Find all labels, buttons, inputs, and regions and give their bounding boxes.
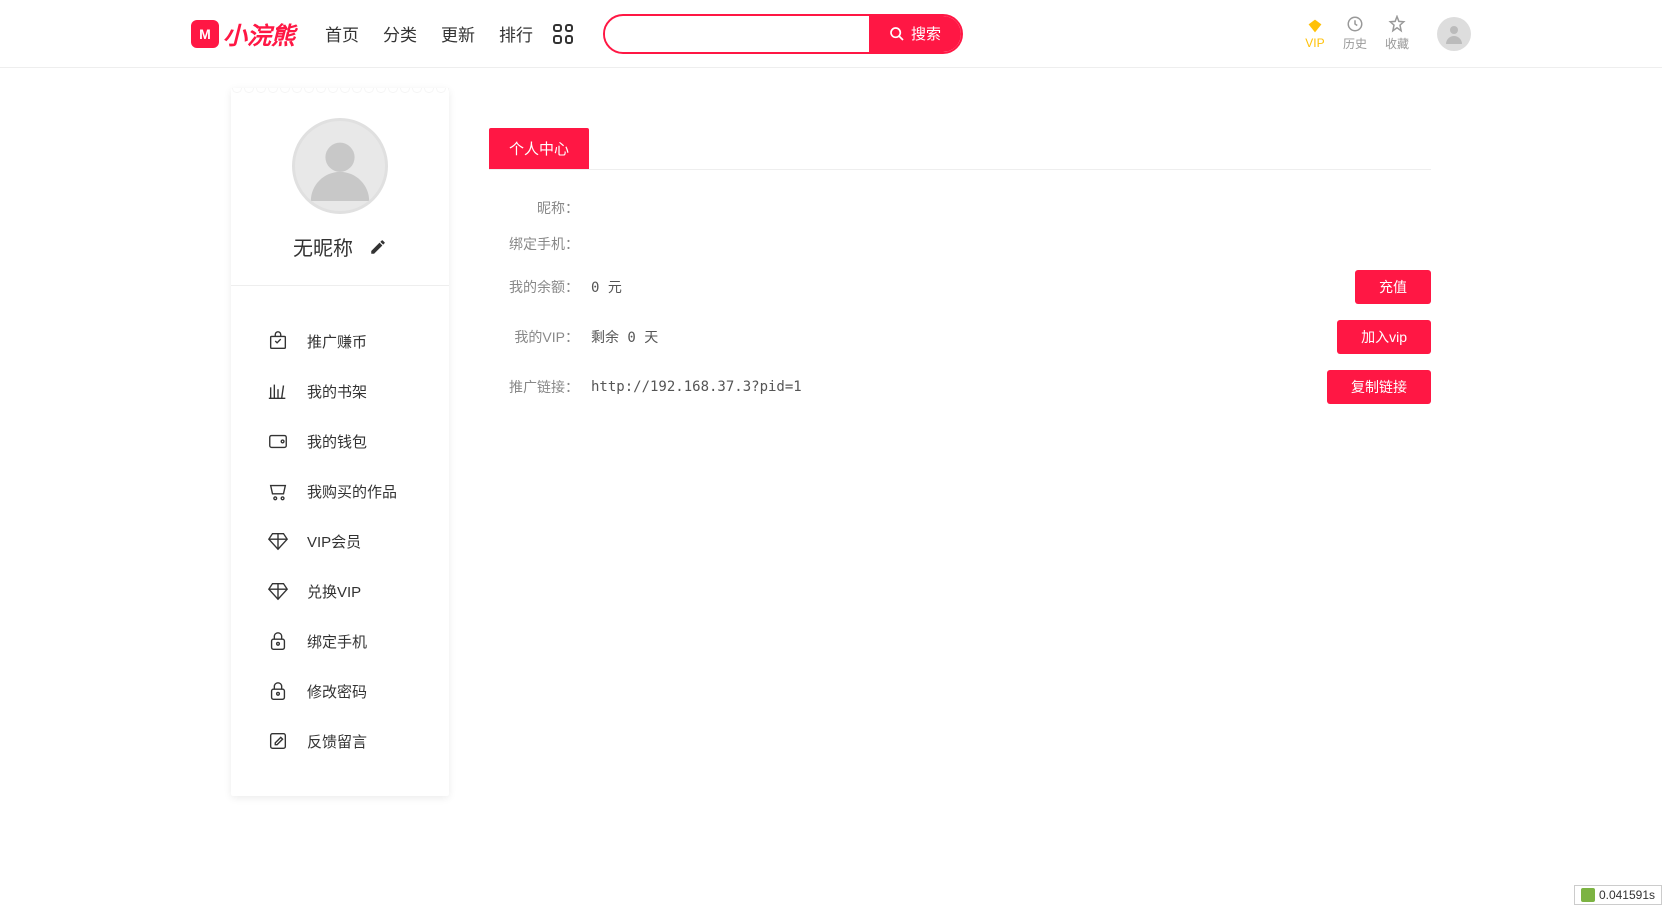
main-nav: 首页分类更新排行 <box>325 21 533 46</box>
perf-value: 0.041591s <box>1599 888 1655 902</box>
info-value: 0 元 <box>591 277 1355 297</box>
header-favorites[interactable]: 收藏 <box>1385 15 1409 52</box>
bag-icon <box>267 330 289 352</box>
sidebar-item-label: 我的书架 <box>307 381 367 402</box>
info-btn-3[interactable]: 加入vip <box>1337 320 1431 354</box>
sidebar-nickname: 无昵称 <box>293 232 353 261</box>
vip-icon <box>1305 18 1325 34</box>
info-row-0: 昵称： <box>489 190 1431 226</box>
cart-icon <box>267 480 289 502</box>
person-icon <box>1442 22 1466 46</box>
sidebar: 无昵称 推广赚币我的书架我的钱包我购买的作品 VIP会员兑换VIP 绑定手机修改密码… <box>231 88 449 796</box>
grid-icon[interactable] <box>553 24 573 44</box>
sidebar-menu: 推广赚币我的书架我的钱包我购买的作品 VIP会员兑换VIP 绑定手机修改密码反馈留言 <box>231 286 449 796</box>
sidebar-profile: 无昵称 <box>231 98 449 286</box>
diamond-icon <box>267 580 289 602</box>
info-row-3: 我的VIP： 剩余 0 天加入vip <box>489 312 1431 362</box>
sidebar-item-8[interactable]: 反馈留言 <box>231 716 449 766</box>
info-value: 剩余 0 天 <box>591 327 1337 347</box>
info-label: 昵称： <box>489 198 579 218</box>
info-row-4: 推广链接： http://192.168.37.3?pid=1复制链接 <box>489 362 1431 412</box>
lock-icon <box>267 630 289 652</box>
info-label: 推广链接： <box>489 377 579 397</box>
sidebar-item-2[interactable]: 我的钱包 <box>231 416 449 466</box>
sidebar-item-label: 修改密码 <box>307 681 367 702</box>
logo-text: 小浣熊 <box>223 16 295 51</box>
edit-nickname-icon[interactable] <box>369 238 387 256</box>
edit-icon <box>267 730 289 752</box>
wallet-icon <box>267 430 289 452</box>
tab-profile[interactable]: 个人中心 <box>489 128 589 169</box>
main-content: 个人中心 昵称： 绑定手机： 我的余额： 0 元充值我的VIP： 剩余 0 天加入vip… <box>489 88 1431 432</box>
sidebar-item-label: VIP会员 <box>307 531 361 552</box>
nav-item-2[interactable]: 更新 <box>441 21 475 46</box>
info-btn-4[interactable]: 复制链接 <box>1327 370 1431 404</box>
sidebar-item-4[interactable]: VIP会员 <box>231 516 449 566</box>
search-input[interactable] <box>605 26 869 42</box>
diamond-icon <box>267 530 289 552</box>
sidebar-item-0[interactable]: 推广赚币 <box>231 316 449 366</box>
info-label: 我的VIP： <box>489 327 579 347</box>
sidebar-item-label: 我的钱包 <box>307 431 367 452</box>
logo-icon: M <box>191 20 219 48</box>
perf-icon <box>1581 888 1595 902</box>
sidebar-item-label: 兑换VIP <box>307 581 361 602</box>
sidebar-item-5[interactable]: 兑换VIP <box>231 566 449 616</box>
sidebar-item-1[interactable]: 我的书架 <box>231 366 449 416</box>
nav-item-1[interactable]: 分类 <box>383 21 417 46</box>
sidebar-item-3[interactable]: 我购买的作品 <box>231 466 449 516</box>
info-value: http://192.168.37.3?pid=1 <box>591 379 1327 395</box>
sidebar-avatar[interactable] <box>292 118 388 214</box>
sidebar-item-7[interactable]: 修改密码 <box>231 666 449 716</box>
search-icon <box>889 26 905 42</box>
clock-icon <box>1346 15 1364 33</box>
header-avatar[interactable] <box>1437 17 1471 51</box>
header-vip-label: VIP <box>1305 36 1324 50</box>
header-vip[interactable]: VIP <box>1305 18 1325 50</box>
search-button-label: 搜索 <box>911 23 941 44</box>
info-list: 昵称： 绑定手机： 我的余额： 0 元充值我的VIP： 剩余 0 天加入vip 推广链接：… <box>489 170 1431 432</box>
sidebar-item-label: 推广赚币 <box>307 331 367 352</box>
header-history[interactable]: 历史 <box>1343 15 1367 52</box>
logo[interactable]: M 小浣熊 <box>191 16 295 51</box>
search-button[interactable]: 搜索 <box>869 16 961 52</box>
info-label: 我的余额： <box>489 277 579 297</box>
header-favorites-label: 收藏 <box>1385 35 1409 52</box>
sidebar-item-label: 绑定手机 <box>307 631 367 652</box>
info-btn-2[interactable]: 充值 <box>1355 270 1431 304</box>
tab-header: 个人中心 <box>489 128 1431 170</box>
nav-item-0[interactable]: 首页 <box>325 21 359 46</box>
lock-icon <box>267 680 289 702</box>
nav-item-3[interactable]: 排行 <box>499 21 533 46</box>
star-icon <box>1388 15 1406 33</box>
header-history-label: 历史 <box>1343 35 1367 52</box>
perf-badge: 0.041591s <box>1574 885 1662 905</box>
sidebar-item-6[interactable]: 绑定手机 <box>231 616 449 666</box>
sidebar-item-label: 我购买的作品 <box>307 481 397 502</box>
info-row-2: 我的余额： 0 元充值 <box>489 262 1431 312</box>
avatar-placeholder-icon <box>305 131 375 201</box>
info-label: 绑定手机： <box>489 234 579 254</box>
books-icon <box>267 380 289 402</box>
search-bar: 搜索 <box>603 14 963 54</box>
info-row-1: 绑定手机： <box>489 226 1431 262</box>
sidebar-item-label: 反馈留言 <box>307 731 367 752</box>
